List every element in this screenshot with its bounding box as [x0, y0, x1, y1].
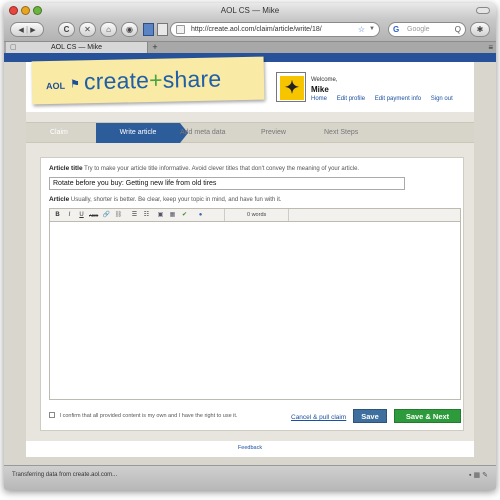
- stop-icon: ✕: [84, 25, 91, 34]
- page-footer: Feedback: [26, 441, 474, 457]
- site-identity-icon[interactable]: [176, 25, 185, 34]
- home-icon: ⌂: [106, 25, 111, 34]
- link-home[interactable]: Home: [311, 96, 327, 102]
- bookmarks-button[interactable]: ◉: [121, 22, 138, 37]
- table-icon[interactable]: ▦: [168, 211, 177, 220]
- confirm-row: I confirm that all provided content is m…: [49, 412, 237, 419]
- browser-toolbar: ◀ | ▶ C ✕ ⌂ ◉ http://create.aol.com/clai…: [4, 19, 496, 41]
- article-form: Article title Try to make your article t…: [40, 157, 464, 431]
- link-icon[interactable]: 🔗: [102, 211, 111, 220]
- article-label-row: Article Usually, shorter is better. Be c…: [49, 196, 282, 203]
- image-icon[interactable]: ▣: [156, 211, 165, 220]
- eye-icon: ◉: [126, 25, 133, 34]
- step-add-meta-data[interactable]: Add meta data: [180, 123, 226, 143]
- article-title-hint: Try to make your article title informati…: [84, 166, 360, 172]
- brand-share: share: [162, 65, 222, 93]
- cancel-pull-claim-link[interactable]: Cancel & pull claim: [291, 414, 346, 421]
- unordered-list-icon[interactable]: ☷: [142, 211, 151, 220]
- bookmark-star-icon[interactable]: ☆: [358, 23, 365, 36]
- search-field[interactable]: G Google Q: [388, 22, 466, 37]
- step-navigation: Claim Write article Add meta data Previe…: [26, 122, 474, 143]
- article-body-editor[interactable]: [49, 222, 461, 400]
- article-hint: Usually, shorter is better. Be clear, ke…: [70, 197, 282, 203]
- home-button[interactable]: ⌂: [100, 22, 117, 37]
- status-bar: Transferring data from create.aol.com...…: [4, 465, 496, 490]
- editor-toolbar: B I U ABC 🔗 ⛓ ☰ ☷ ▣ ▦ ✔ ● 0 words: [49, 208, 461, 222]
- menu-button[interactable]: ✱: [470, 22, 490, 37]
- title-label-row: Article title Try to make your article t…: [49, 165, 359, 172]
- article-title-label: Article title: [49, 165, 83, 172]
- avatar[interactable]: ✦: [276, 72, 306, 102]
- close-window-button[interactable]: [9, 6, 18, 15]
- tab-list-icon[interactable]: ≡: [488, 42, 493, 53]
- confirm-checkbox[interactable]: [49, 412, 55, 418]
- url-dropdown-icon[interactable]: ▼: [369, 23, 375, 36]
- step-next-steps[interactable]: Next Steps: [324, 123, 358, 143]
- zoom-window-button[interactable]: [33, 6, 42, 15]
- back-icon[interactable]: ◀: [18, 27, 23, 34]
- article-title-input[interactable]: Rotate before you buy: Getting new life …: [49, 177, 405, 190]
- status-addon-icons[interactable]: ▪▦✎: [469, 471, 490, 479]
- brand-name: create+share: [84, 65, 222, 95]
- search-icon[interactable]: Q: [455, 23, 461, 36]
- aol-runner-icon: ⚑: [69, 78, 81, 91]
- link-sign-out[interactable]: Sign out: [431, 96, 453, 102]
- user-links: Home Edit profile Edit payment info Sign…: [311, 96, 461, 102]
- step-preview[interactable]: Preview: [261, 123, 286, 143]
- brand-create: create: [83, 66, 150, 95]
- spellcheck-icon[interactable]: ✔: [180, 211, 189, 220]
- address-bar[interactable]: http://create.aol.com/claim/article/writ…: [170, 22, 380, 37]
- aol-logo-text: AOL: [45, 80, 66, 92]
- step-claim[interactable]: Claim: [50, 123, 68, 143]
- confirm-label: I confirm that all provided content is m…: [59, 413, 238, 419]
- brand-plus: +: [148, 66, 164, 93]
- print-icon[interactable]: [157, 23, 168, 36]
- page-icon[interactable]: [143, 23, 154, 36]
- forward-icon[interactable]: ▶: [30, 27, 35, 34]
- browser-window: AOL CS — Mike ◀ | ▶ C ✕ ⌂ ◉ http://creat…: [4, 3, 496, 490]
- stop-button[interactable]: ✕: [79, 22, 96, 37]
- reload-icon: C: [63, 25, 70, 34]
- ordered-list-icon[interactable]: ☰: [130, 211, 139, 220]
- italic-button[interactable]: I: [65, 211, 74, 220]
- unlink-icon[interactable]: ⛓: [114, 211, 123, 220]
- help-icon[interactable]: ●: [196, 211, 205, 220]
- article-label: Article: [49, 196, 70, 203]
- feedback-link[interactable]: Feedback: [26, 445, 474, 451]
- word-count: 0 words: [224, 209, 290, 221]
- underline-button[interactable]: U: [77, 211, 86, 220]
- username: Mike: [311, 85, 329, 94]
- link-edit-profile[interactable]: Edit profile: [337, 96, 365, 102]
- search-engine-icon[interactable]: G: [393, 23, 399, 36]
- tab-label: AOL CS — Mike: [50, 44, 103, 51]
- toolbar-toggle-button[interactable]: [476, 7, 490, 14]
- close-tab-icon[interactable]: ▢: [10, 42, 17, 53]
- status-text: Transferring data from create.aol.com...: [12, 472, 118, 478]
- url-text: http://create.aol.com/claim/article/writ…: [191, 26, 322, 33]
- bold-button[interactable]: B: [53, 211, 62, 220]
- link-edit-payment[interactable]: Edit payment info: [375, 96, 421, 102]
- save-button[interactable]: Save: [353, 409, 387, 423]
- window-title: AOL CS — Mike: [220, 6, 280, 15]
- title-bar: AOL CS — Mike: [4, 3, 496, 19]
- save-next-button[interactable]: Save & Next: [394, 409, 461, 423]
- main-content: Claim Write article Add meta data Previe…: [26, 112, 474, 441]
- search-placeholder: Google: [407, 26, 430, 33]
- strikethrough-button[interactable]: ABC: [89, 211, 98, 220]
- site-logo[interactable]: AOL ⚑ create+share: [31, 56, 265, 105]
- tab-bar: ▢ AOL CS — Mike + ≡: [4, 41, 496, 54]
- gear-icon: ✱: [476, 25, 484, 34]
- welcome-label: Welcome,: [311, 77, 338, 83]
- aim-running-man-icon: ✦: [280, 76, 304, 100]
- back-forward-group: ◀ | ▶: [10, 22, 44, 37]
- step-write-article[interactable]: Write article: [96, 123, 188, 143]
- reload-button[interactable]: C: [58, 22, 75, 37]
- minimize-window-button[interactable]: [21, 6, 30, 15]
- web-page: AOL ⚑ create+share ✦ Welcome, Mike Home …: [4, 53, 496, 465]
